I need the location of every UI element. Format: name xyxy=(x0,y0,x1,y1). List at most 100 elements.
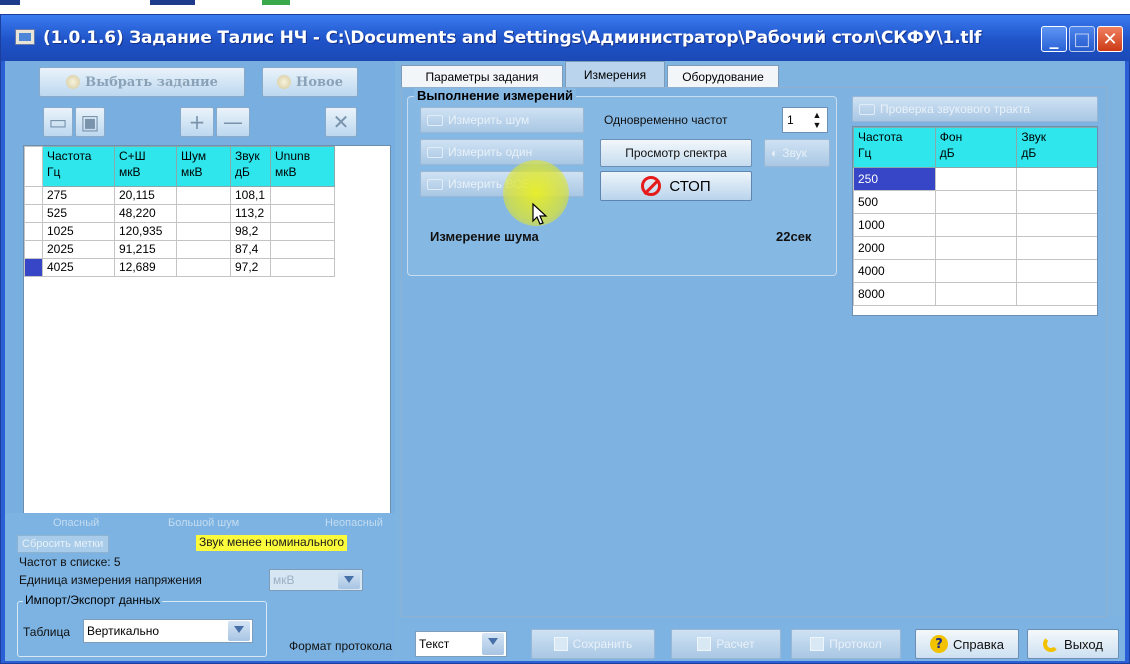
table-cell[interactable] xyxy=(1016,213,1097,237)
minimize-button[interactable]: _ xyxy=(1041,26,1067,52)
table-cell[interactable] xyxy=(1016,236,1097,260)
col-frequency[interactable]: Частота Гц xyxy=(853,127,936,168)
tab-equipment[interactable]: Оборудование xyxy=(667,65,779,87)
table-cell[interactable] xyxy=(934,282,1018,306)
table-row[interactable]: 4000 xyxy=(853,259,1097,283)
table-cell[interactable] xyxy=(1016,190,1097,214)
table-cell[interactable] xyxy=(1016,259,1097,283)
col-frequency[interactable]: Частота Гц xyxy=(42,146,115,187)
exit-button[interactable]: Выход xyxy=(1027,629,1119,659)
table-cell[interactable]: 91,215 xyxy=(114,240,177,259)
maximize-button[interactable]: □ xyxy=(1069,26,1095,52)
open-button[interactable]: ▭ xyxy=(43,107,73,137)
table-row[interactable]: 1025 120,935 98,2 xyxy=(24,222,335,241)
table-cell[interactable]: 500 xyxy=(853,190,936,214)
table-cell[interactable] xyxy=(934,167,1018,191)
table-cell[interactable] xyxy=(176,222,231,241)
measure-one-button[interactable]: Измерить один xyxy=(420,139,584,165)
col-background[interactable]: Фон дБ xyxy=(934,127,1018,168)
table-cell[interactable] xyxy=(934,259,1018,283)
table-row[interactable]: 250 xyxy=(853,167,1097,191)
col-sound[interactable]: Звук дБ xyxy=(230,146,271,187)
table-cell[interactable]: 20,115 xyxy=(114,186,177,205)
table-cell[interactable]: 87,4 xyxy=(230,240,271,259)
save-file-button[interactable]: ▣ xyxy=(75,107,105,137)
col-noise[interactable]: Шум мкВ xyxy=(176,146,231,187)
frequency-table[interactable]: Частота Гц С+Ш мкВ Шум мкВ Звук дБ Ununв мкВ … xyxy=(23,145,391,515)
calc-button[interactable]: Расчет xyxy=(671,629,781,659)
table-cell[interactable]: 1000 xyxy=(853,213,936,237)
table-cell[interactable] xyxy=(270,222,335,241)
spin-arrows-icon[interactable]: ▲ ▼ xyxy=(809,110,825,130)
table-orientation-select[interactable]: Вертикально xyxy=(83,619,253,643)
table-cell[interactable]: 4000 xyxy=(853,259,936,283)
table-cell[interactable] xyxy=(1016,282,1097,306)
path-check-button[interactable]: Проверка звукового тракта xyxy=(852,96,1098,122)
simultaneous-value: 1 xyxy=(787,113,794,127)
table-cell[interactable] xyxy=(270,186,335,205)
view-spectrum-button[interactable]: Просмотр спектра xyxy=(600,139,752,167)
table-row[interactable]: 525 48,220 113,2 xyxy=(24,204,335,223)
add-row-button[interactable]: + xyxy=(180,107,214,137)
table-row[interactable]: 8000 xyxy=(853,282,1097,306)
protocol-button[interactable]: Протокол xyxy=(791,629,901,659)
table-row[interactable]: 2000 xyxy=(853,236,1097,260)
status-text: Измерение шума xyxy=(430,229,539,244)
col-voltage[interactable]: Ununв мкВ xyxy=(270,146,335,187)
select-task-button[interactable]: Выбрать задание xyxy=(39,67,245,97)
table-cell[interactable] xyxy=(270,240,335,259)
table-cell[interactable] xyxy=(1016,167,1097,191)
row-indicator xyxy=(24,186,43,205)
table-cell[interactable] xyxy=(934,213,1018,237)
table-cell[interactable] xyxy=(176,204,231,223)
table-cell[interactable] xyxy=(176,186,231,205)
table-cell[interactable]: 4025 xyxy=(42,258,115,277)
save-button[interactable]: Сохранить xyxy=(531,629,655,659)
table-cell[interactable]: 275 xyxy=(42,186,115,205)
measure-noise-button[interactable]: Измерить шум xyxy=(420,107,584,133)
table-cell[interactable]: 1025 xyxy=(42,222,115,241)
new-task-button[interactable]: Новое xyxy=(262,67,358,97)
table-cell[interactable]: 2000 xyxy=(853,236,936,260)
stop-button[interactable]: СТОП xyxy=(600,171,752,201)
table-cell[interactable] xyxy=(934,190,1018,214)
title-bar[interactable]: (1.0.1.6) Задание Талис НЧ - C:\Document… xyxy=(1,15,1130,61)
measure-all-button[interactable]: Измерить ВСЕ xyxy=(420,171,584,197)
calc-label: Расчет xyxy=(716,637,755,651)
table-cell[interactable]: 8000 xyxy=(853,282,936,306)
table-cell[interactable]: 97,2 xyxy=(230,258,271,277)
table-row-selected[interactable]: 4025 12,689 97,2 xyxy=(24,258,335,277)
col-sound[interactable]: Звук дБ xyxy=(1016,127,1097,168)
table-row[interactable]: 500 xyxy=(853,190,1097,214)
voltage-unit-select[interactable]: мкВ xyxy=(269,569,363,591)
table-cell[interactable]: 120,935 xyxy=(114,222,177,241)
tab-task-params[interactable]: Параметры задания xyxy=(401,65,563,87)
table-cell[interactable]: 98,2 xyxy=(230,222,271,241)
table-cell[interactable]: 525 xyxy=(42,204,115,223)
table-row[interactable]: 2025 91,215 87,4 xyxy=(24,240,335,259)
table-cell[interactable]: 2025 xyxy=(42,240,115,259)
help-button[interactable]: ? Справка xyxy=(915,629,1019,659)
table-cell[interactable]: 108,1 xyxy=(230,186,271,205)
sound-button[interactable]: ◐ Звук xyxy=(764,139,830,167)
clear-button[interactable]: ✕ xyxy=(325,107,357,137)
simultaneous-spinner[interactable]: 1 ▲ ▼ xyxy=(782,107,828,133)
tab-measurements[interactable]: Измерения xyxy=(565,61,665,87)
table-cell[interactable] xyxy=(270,258,335,277)
table-cell[interactable]: 250 xyxy=(853,167,936,191)
table-cell[interactable] xyxy=(176,240,231,259)
table-row[interactable]: 275 20,115 108,1 xyxy=(24,186,335,205)
reset-marks-button[interactable]: Сбросить метки xyxy=(17,535,109,553)
table-cell[interactable] xyxy=(934,236,1018,260)
table-cell[interactable] xyxy=(176,258,231,277)
table-cell[interactable]: 12,689 xyxy=(114,258,177,277)
remove-row-button[interactable]: — xyxy=(216,107,250,137)
close-button[interactable]: ✕ xyxy=(1097,26,1123,52)
table-cell[interactable] xyxy=(270,204,335,223)
table-row[interactable]: 1000 xyxy=(853,213,1097,237)
col-signal-noise[interactable]: С+Ш мкВ xyxy=(114,146,177,187)
table-cell[interactable]: 113,2 xyxy=(230,204,271,223)
format-select[interactable]: Текст xyxy=(415,631,507,657)
table-cell[interactable]: 48,220 xyxy=(114,204,177,223)
path-check-table[interactable]: Частота Гц Фон дБ Звук дБ 250 500 1000 2000… xyxy=(852,126,1098,316)
